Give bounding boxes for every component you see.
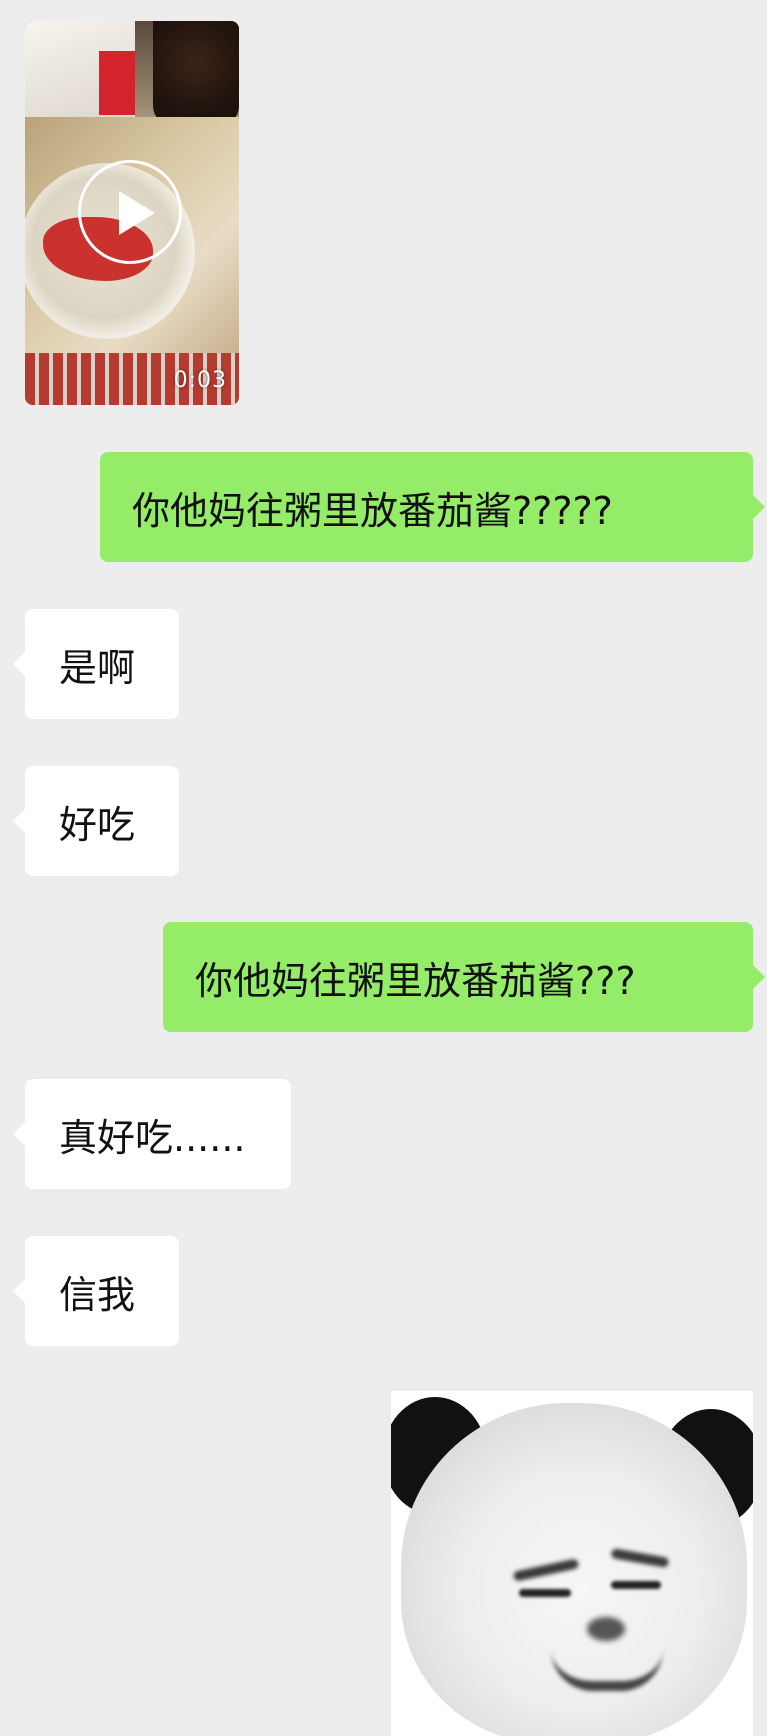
panda-brow-right (610, 1548, 670, 1568)
video-thumbnail-logo (99, 51, 135, 115)
panda-eye-right (611, 1581, 661, 1589)
video-duration: 0:03 (173, 368, 227, 393)
panda-brow-left (512, 1558, 580, 1582)
panda-mouth (551, 1649, 663, 1691)
video-thumbnail-cup (153, 21, 239, 126)
panda-head (401, 1403, 747, 1736)
bubble-tail (13, 809, 25, 833)
bubble-tail (13, 652, 25, 676)
bubble-tail (753, 965, 765, 989)
message-bubble-sent[interactable]: 你他妈往粥里放番茄酱????? (100, 452, 765, 562)
message-bubble-received[interactable]: 是啊 (13, 609, 179, 719)
message-bubble-received[interactable]: 真好吃...... (13, 1079, 291, 1189)
message-bubble-received[interactable]: 信我 (13, 1236, 179, 1346)
message-bubble-received[interactable]: 好吃 (13, 766, 179, 876)
message-text: 真好吃...... (59, 1115, 246, 1160)
panda-eye-left (519, 1589, 571, 1597)
bubble-tail (13, 1279, 25, 1303)
message-bubble-sent[interactable]: 你他妈往粥里放番茄酱??? (163, 922, 765, 1032)
play-icon[interactable] (78, 160, 182, 264)
panda-nose (587, 1617, 625, 1641)
message-text: 是啊 (59, 645, 136, 690)
panda-face-sticker[interactable] (391, 1391, 753, 1736)
bubble-tail (13, 1122, 25, 1146)
message-text: 你他妈往粥里放番茄酱??? (195, 958, 636, 1003)
message-text: 好吃 (59, 802, 136, 847)
chat-window: 0:03 你他妈往粥里放番茄酱????? 是啊 好吃 你他妈往粥里放番茄酱???… (0, 0, 767, 1736)
message-text: 你他妈往粥里放番茄酱????? (132, 488, 613, 533)
video-message[interactable]: 0:03 (25, 21, 239, 405)
play-triangle (119, 191, 155, 235)
bubble-tail (753, 495, 765, 519)
message-text: 信我 (59, 1272, 136, 1317)
